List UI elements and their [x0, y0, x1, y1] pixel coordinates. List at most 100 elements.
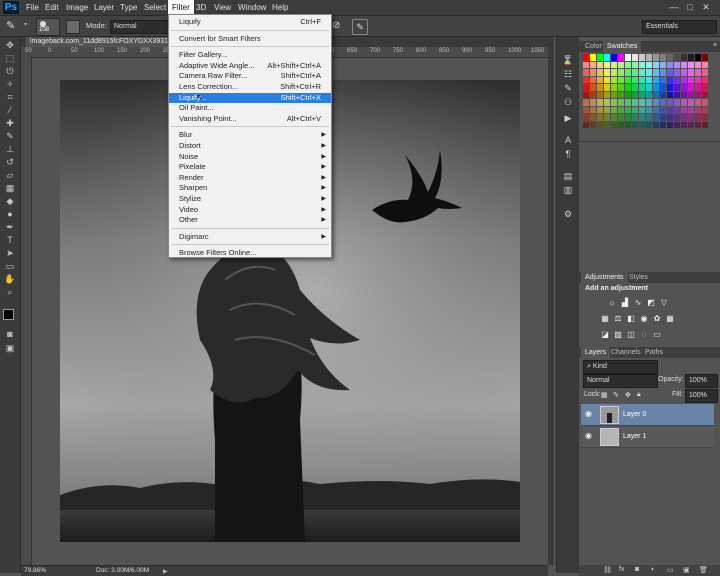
swatch[interactable] — [695, 121, 701, 128]
layer-comps-icon[interactable]: ▥ — [562, 185, 574, 195]
color-lookup-icon[interactable]: ▦ — [665, 315, 675, 323]
swatch[interactable] — [583, 114, 589, 121]
swatch[interactable] — [702, 61, 708, 68]
swatch[interactable] — [695, 69, 701, 76]
menu-item-liquify[interactable]: Liquify Ctrl+F — [169, 17, 331, 27]
swatch[interactable] — [583, 91, 589, 98]
swatch[interactable] — [688, 91, 694, 98]
swatch[interactable] — [583, 61, 589, 68]
type-tool-icon[interactable]: T — [4, 236, 16, 245]
swatch[interactable] — [639, 121, 645, 128]
quick-mask-icon[interactable]: ◙ — [4, 330, 16, 339]
shape-tool-icon[interactable]: ▭ — [4, 262, 16, 271]
swatch[interactable] — [667, 76, 673, 83]
swatch[interactable] — [653, 61, 659, 68]
swatch[interactable] — [681, 54, 687, 61]
exposure-icon[interactable]: ◩ — [646, 299, 656, 307]
menu-item-liquify[interactable]: Liquify... Shift+Ctrl+X — [169, 92, 331, 103]
swatch[interactable] — [695, 54, 701, 61]
swatch[interactable] — [611, 99, 617, 106]
chevron-down-icon[interactable]: ▾ — [24, 21, 30, 29]
hand-tool-icon[interactable]: ✋ — [4, 275, 16, 284]
swatch[interactable] — [702, 106, 708, 113]
swatch[interactable] — [639, 76, 645, 83]
paragraph-panel-icon[interactable]: ¶ — [562, 149, 574, 159]
curves-icon[interactable]: ∿ — [633, 299, 643, 307]
swatch[interactable] — [590, 69, 596, 76]
swatch[interactable] — [660, 91, 666, 98]
menu-3d[interactable]: 3D — [192, 0, 210, 15]
layer-style-icon[interactable]: fx — [619, 566, 624, 573]
swatch[interactable] — [660, 76, 666, 83]
swatch[interactable] — [646, 76, 652, 83]
swatch[interactable] — [702, 84, 708, 91]
swatch[interactable] — [695, 61, 701, 68]
swatch[interactable] — [702, 121, 708, 128]
swatch[interactable] — [695, 114, 701, 121]
swatch[interactable] — [646, 54, 652, 61]
menu-item-oil-paint[interactable]: Oil Paint... — [169, 103, 331, 113]
marquee-tool-icon[interactable]: ⬚ — [4, 54, 16, 63]
menu-edit[interactable]: Edit — [41, 0, 63, 15]
airbrush-icon[interactable]: ⊘ — [332, 20, 344, 32]
swatch[interactable] — [653, 76, 659, 83]
swatch[interactable] — [632, 114, 638, 121]
zoom-tool-icon[interactable]: ⌕ — [4, 288, 16, 297]
levels-icon[interactable]: ▟ — [620, 299, 630, 307]
swatch[interactable] — [674, 61, 680, 68]
swatch[interactable] — [646, 91, 652, 98]
swatch[interactable] — [688, 84, 694, 91]
visibility-eye-icon[interactable]: ◉ — [585, 432, 595, 440]
foreground-color-swatch[interactable] — [3, 309, 14, 320]
menu-image[interactable]: Image — [62, 0, 92, 15]
swatch[interactable] — [674, 76, 680, 83]
swatch[interactable] — [625, 106, 631, 113]
swatch[interactable] — [632, 54, 638, 61]
crop-tool-icon[interactable]: ⌗ — [4, 93, 16, 102]
swatch[interactable] — [583, 84, 589, 91]
lock-transparent-icon[interactable]: ▦ — [601, 391, 608, 399]
swatch[interactable] — [688, 99, 694, 106]
lock-all-icon[interactable]: 🔒︎ — [637, 391, 641, 399]
menu-type[interactable]: Type — [116, 0, 141, 15]
new-group-icon[interactable]: ▭ — [667, 566, 674, 574]
menu-item-sharpen[interactable]: Sharpen ▶ — [169, 183, 331, 193]
layer-name[interactable]: Layer 0 — [623, 404, 646, 425]
swatch[interactable] — [583, 69, 589, 76]
posterize-icon[interactable]: ▨ — [613, 331, 623, 339]
swatch[interactable] — [653, 121, 659, 128]
swatch[interactable] — [632, 69, 638, 76]
vibrance-icon[interactable]: ▽ — [659, 299, 669, 307]
swatch[interactable] — [674, 84, 680, 91]
swatch[interactable] — [604, 54, 610, 61]
menu-item-video[interactable]: Video ▶ — [169, 205, 331, 215]
swatch[interactable] — [618, 69, 624, 76]
swatch[interactable] — [618, 61, 624, 68]
swatch[interactable] — [681, 121, 687, 128]
swatch[interactable] — [618, 114, 624, 121]
menu-item-blur[interactable]: Blur ▶ — [169, 130, 331, 140]
menu-item-convert-for-smart-filters[interactable]: Convert for Smart Filters — [169, 34, 331, 44]
swatch[interactable] — [702, 114, 708, 121]
swatch[interactable] — [625, 91, 631, 98]
swatch[interactable] — [667, 54, 673, 61]
swatch[interactable] — [674, 114, 680, 121]
swatch[interactable] — [625, 54, 631, 61]
layer-row[interactable]: ◉ Layer 1 — [581, 426, 714, 448]
menu-item-adaptive-wide-angle[interactable]: Adaptive Wide Angle... Alt+Shift+Ctrl+A — [169, 61, 331, 71]
swatch[interactable] — [604, 69, 610, 76]
swatch[interactable] — [702, 69, 708, 76]
menu-item-render[interactable]: Render ▶ — [169, 173, 331, 183]
swatch[interactable] — [590, 84, 596, 91]
swatch[interactable] — [625, 84, 631, 91]
menu-item-vanishing-point[interactable]: Vanishing Point... Alt+Ctrl+V — [169, 114, 331, 124]
swatch[interactable] — [639, 54, 645, 61]
swatch[interactable] — [632, 106, 638, 113]
pressure-size-icon[interactable]: ✎ — [352, 19, 368, 35]
swatch[interactable] — [688, 69, 694, 76]
menu-view[interactable]: View — [210, 0, 235, 15]
panel-menu-icon[interactable]: ≡ — [713, 42, 717, 49]
swatch[interactable] — [646, 114, 652, 121]
swatch[interactable] — [674, 106, 680, 113]
swatch[interactable] — [639, 61, 645, 68]
